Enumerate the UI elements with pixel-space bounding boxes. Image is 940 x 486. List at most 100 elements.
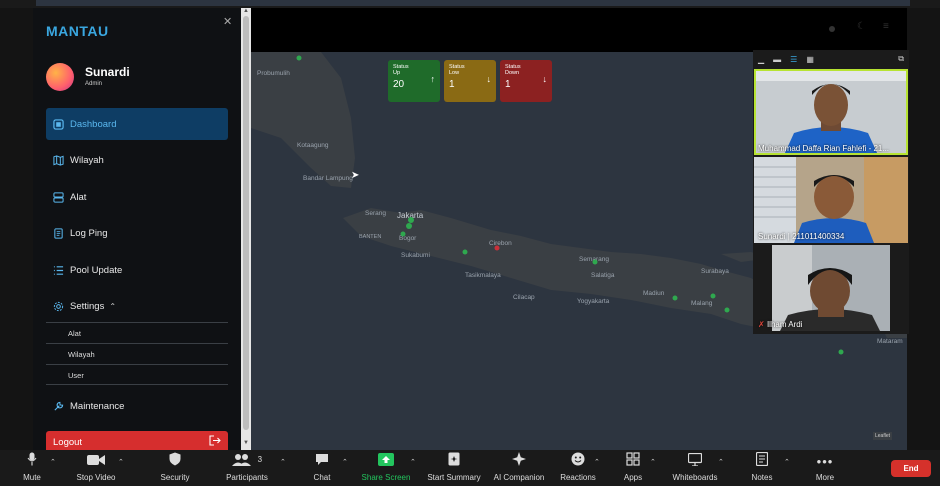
chevron-up-icon[interactable]: ⌃	[594, 458, 600, 466]
participant-name-text: Ilham Ardi	[766, 320, 803, 329]
mouse-cursor-icon: ➤	[351, 170, 360, 181]
settings-sub-user[interactable]: User	[46, 364, 228, 385]
participant-video	[754, 69, 908, 155]
sidebar-item-alat[interactable]: Alat	[46, 181, 228, 213]
single-view-icon[interactable]: ▬	[773, 55, 781, 64]
reactions-label: Reactions	[560, 473, 596, 482]
server-icon	[52, 191, 64, 203]
mute-button[interactable]: Mute	[20, 450, 44, 486]
chat-label: Chat	[313, 473, 331, 482]
chevron-up-icon[interactable]: ⌃	[50, 458, 56, 466]
apps-icon	[626, 452, 640, 469]
sidebar-item-label: Dashboard	[70, 118, 117, 130]
start-summary-label: Start Summary	[427, 473, 481, 482]
sidebar-item-label: Alat	[70, 191, 87, 203]
gallery-view-icon[interactable]: ▦	[806, 55, 814, 64]
stack-view-icon[interactable]: ☰	[790, 55, 797, 64]
minimize-icon[interactable]: ▁	[758, 55, 764, 64]
security-button[interactable]: Security	[155, 450, 195, 486]
scroll-up-icon[interactable]: ▲	[243, 8, 249, 14]
ai-companion-label: AI Companion	[493, 473, 545, 482]
video-camera-icon	[87, 454, 105, 469]
settings-sub-alat[interactable]: Alat	[46, 322, 228, 343]
apps-label: Apps	[623, 473, 643, 482]
sparkle-icon	[512, 452, 526, 469]
chevron-up-icon[interactable]: ⌃	[342, 458, 348, 466]
sidebar-item-label: Pool Update	[70, 264, 123, 276]
summary-icon	[448, 452, 461, 469]
share-screen-icon	[378, 453, 394, 469]
chat-button[interactable]: Chat	[310, 450, 334, 486]
share-screen-button[interactable]: Share Screen	[360, 450, 412, 486]
user-role: Admin	[85, 81, 103, 87]
sidebar-item-settings[interactable]: Settings ⌃	[46, 290, 228, 322]
video-tile[interactable]: ✗ Ilham Ardi	[754, 245, 908, 331]
emoji-icon	[571, 452, 585, 469]
video-view-controls: ▁ ▬ ☰ ▦ ⧉	[753, 50, 909, 68]
chevron-up-icon[interactable]: ⌃	[410, 458, 416, 466]
participants-count: 3	[257, 455, 263, 464]
chat-icon	[315, 453, 329, 469]
whiteboards-label: Whiteboards	[672, 473, 718, 482]
stop-video-button[interactable]: Stop Video	[72, 450, 120, 486]
more-button[interactable]: ••• More	[810, 450, 840, 486]
sidebar-item-wilayah[interactable]: Wilayah	[46, 144, 228, 176]
participant-name: Muhammad Daffa Rian Fahlefi - 21...	[758, 144, 890, 153]
scroll-down-icon[interactable]: ▼	[243, 440, 249, 446]
brand-logo: MANTAU	[46, 23, 109, 39]
settings-sub-wilayah[interactable]: Wilayah	[46, 343, 228, 364]
sidebar-item-pool-update[interactable]: Pool Update	[46, 254, 228, 286]
sidebar-item-label: Wilayah	[70, 154, 104, 166]
chevron-up-icon[interactable]: ⌃	[118, 458, 124, 466]
log-icon	[52, 227, 64, 239]
list-icon	[52, 264, 64, 276]
ai-companion-button[interactable]: AI Companion	[490, 450, 548, 486]
user-name: Sunardi	[85, 65, 130, 79]
apps-button[interactable]: Apps	[620, 450, 646, 486]
logout-label: Logout	[53, 436, 83, 448]
logout-button[interactable]: Logout	[46, 431, 228, 450]
pop-out-icon[interactable]: ⧉	[898, 54, 904, 64]
participants-button[interactable]: 3 Participants	[222, 450, 272, 486]
scrollbar-thumb[interactable]	[243, 16, 249, 430]
divider	[46, 384, 228, 385]
close-icon[interactable]: ✕	[223, 15, 232, 28]
gear-icon	[52, 300, 64, 312]
sidebar-item-label: Maintenance	[70, 400, 125, 412]
start-summary-button[interactable]: Start Summary	[424, 450, 484, 486]
map-attribution[interactable]: Leaflet	[873, 432, 893, 440]
zoom-window: MANTAU ✕ Sunardi Admin Dashboard Wilayah	[0, 0, 940, 486]
avatar	[46, 63, 74, 91]
whiteboards-button[interactable]: Whiteboards	[670, 450, 720, 486]
chevron-up-icon[interactable]: ⌃	[650, 458, 656, 466]
notes-button[interactable]: Notes	[748, 450, 776, 486]
sidebar-item-log-ping[interactable]: Log Ping	[46, 217, 228, 249]
chevron-up-icon[interactable]: ⌃	[718, 458, 724, 466]
stop-video-label: Stop Video	[76, 473, 116, 482]
video-tile[interactable]: Sunardi | 211011400334	[754, 157, 908, 243]
notes-label: Notes	[751, 473, 773, 482]
participant-name: Sunardi | 211011400334	[758, 232, 845, 241]
chevron-up-icon[interactable]: ⌃	[784, 458, 790, 466]
chevron-up-icon[interactable]: ⌃	[280, 458, 286, 466]
video-tile[interactable]: Muhammad Daffa Rian Fahlefi - 21...	[754, 69, 908, 155]
chevron-up-icon: ⌃	[109, 301, 117, 311]
participant-video	[754, 157, 908, 243]
map-icon	[52, 154, 64, 166]
logout-icon	[209, 435, 221, 449]
whiteboard-icon	[687, 452, 703, 469]
sidebar-item-maintenance[interactable]: Maintenance	[46, 390, 228, 422]
shield-icon	[169, 452, 181, 469]
end-meeting-button[interactable]: End	[891, 460, 931, 477]
participants-icon: 3	[231, 453, 263, 469]
mute-label: Mute	[23, 473, 41, 482]
sidebar-item-label: Settings	[70, 300, 105, 312]
participant-video	[772, 245, 890, 331]
reactions-button[interactable]: Reactions	[558, 450, 598, 486]
sidebar-item-dashboard[interactable]: Dashboard	[46, 108, 228, 140]
wrench-icon	[52, 400, 64, 412]
sidebar-scrollbar[interactable]: ▲ ▼	[241, 8, 251, 450]
security-label: Security	[160, 473, 190, 482]
microphone-icon	[27, 452, 37, 469]
notes-icon	[755, 451, 769, 469]
